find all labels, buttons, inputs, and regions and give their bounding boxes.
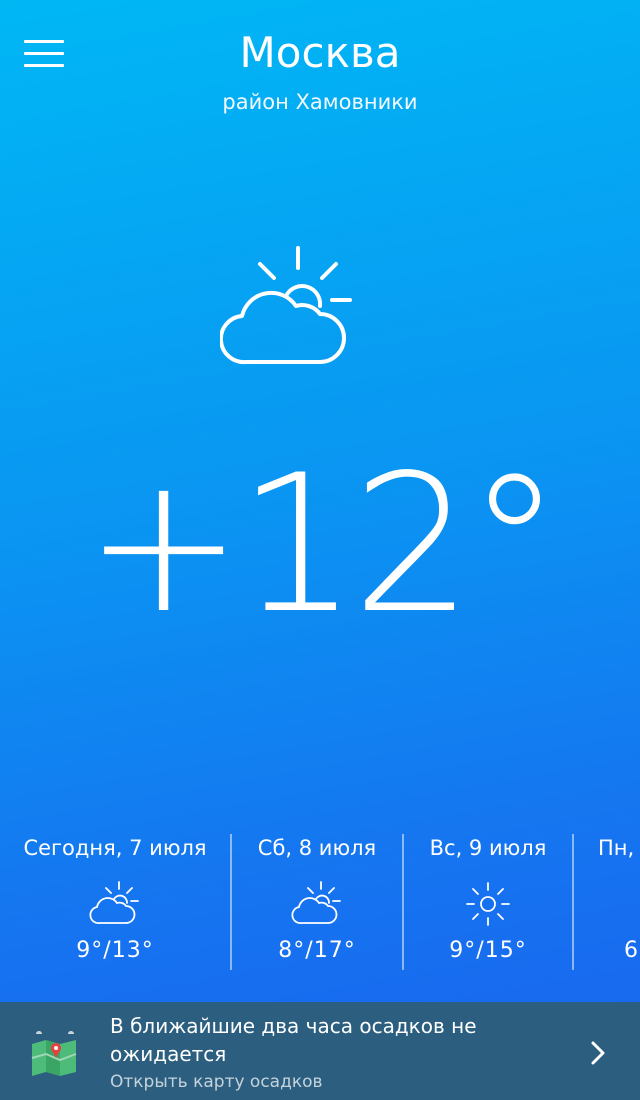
weather-screen: Москва район Хамовники +12° Сегодня, 7 и…	[0, 0, 640, 1100]
forecast-day[interactable]: Вс, 9 июля 9°/15°	[404, 834, 574, 970]
forecast-strip[interactable]: Сегодня, 7 июля 9°/13° Сб, 8 июля 8°/17°…	[0, 834, 640, 970]
forecast-day-temp: 8°/17°	[278, 938, 356, 963]
forecast-day-temp: 6	[624, 938, 639, 963]
city-title: Москва	[239, 28, 401, 77]
forecast-day-temp: 9°/13°	[76, 938, 154, 963]
partly-cloudy-icon	[291, 881, 341, 924]
forecast-day-label: Сб, 8 июля	[257, 836, 377, 860]
partly-cloudy-icon	[89, 881, 139, 924]
chevron-right-icon[interactable]	[588, 1040, 608, 1066]
forecast-day-label: Вс, 9 июля	[429, 836, 547, 860]
forecast-day-temp: 9°/15°	[449, 938, 527, 963]
forecast-day-label: Пн, 1	[598, 836, 640, 860]
forecast-day[interactable]: Пн, 1 6	[574, 834, 640, 970]
precipitation-map-icon	[31, 1031, 77, 1076]
district-subtitle: район Хамовники	[222, 90, 418, 114]
current-temperature: +12°	[84, 434, 562, 655]
partly-cloudy-icon	[220, 246, 352, 365]
forecast-day[interactable]: Сегодня, 7 июля 9°/13°	[0, 834, 232, 970]
open-precipitation-map-link[interactable]: Открыть карту осадков	[110, 1072, 323, 1092]
precipitation-banner[interactable]: В ближайшие два часа осадков не ожидаетс…	[0, 1002, 640, 1100]
forecast-day-label: Сегодня, 7 июля	[23, 836, 207, 860]
forecast-day[interactable]: Сб, 8 июля 8°/17°	[232, 834, 404, 970]
sun-icon	[466, 882, 510, 926]
precipitation-message: В ближайшие два часа осадков не ожидаетс…	[110, 1014, 477, 1066]
